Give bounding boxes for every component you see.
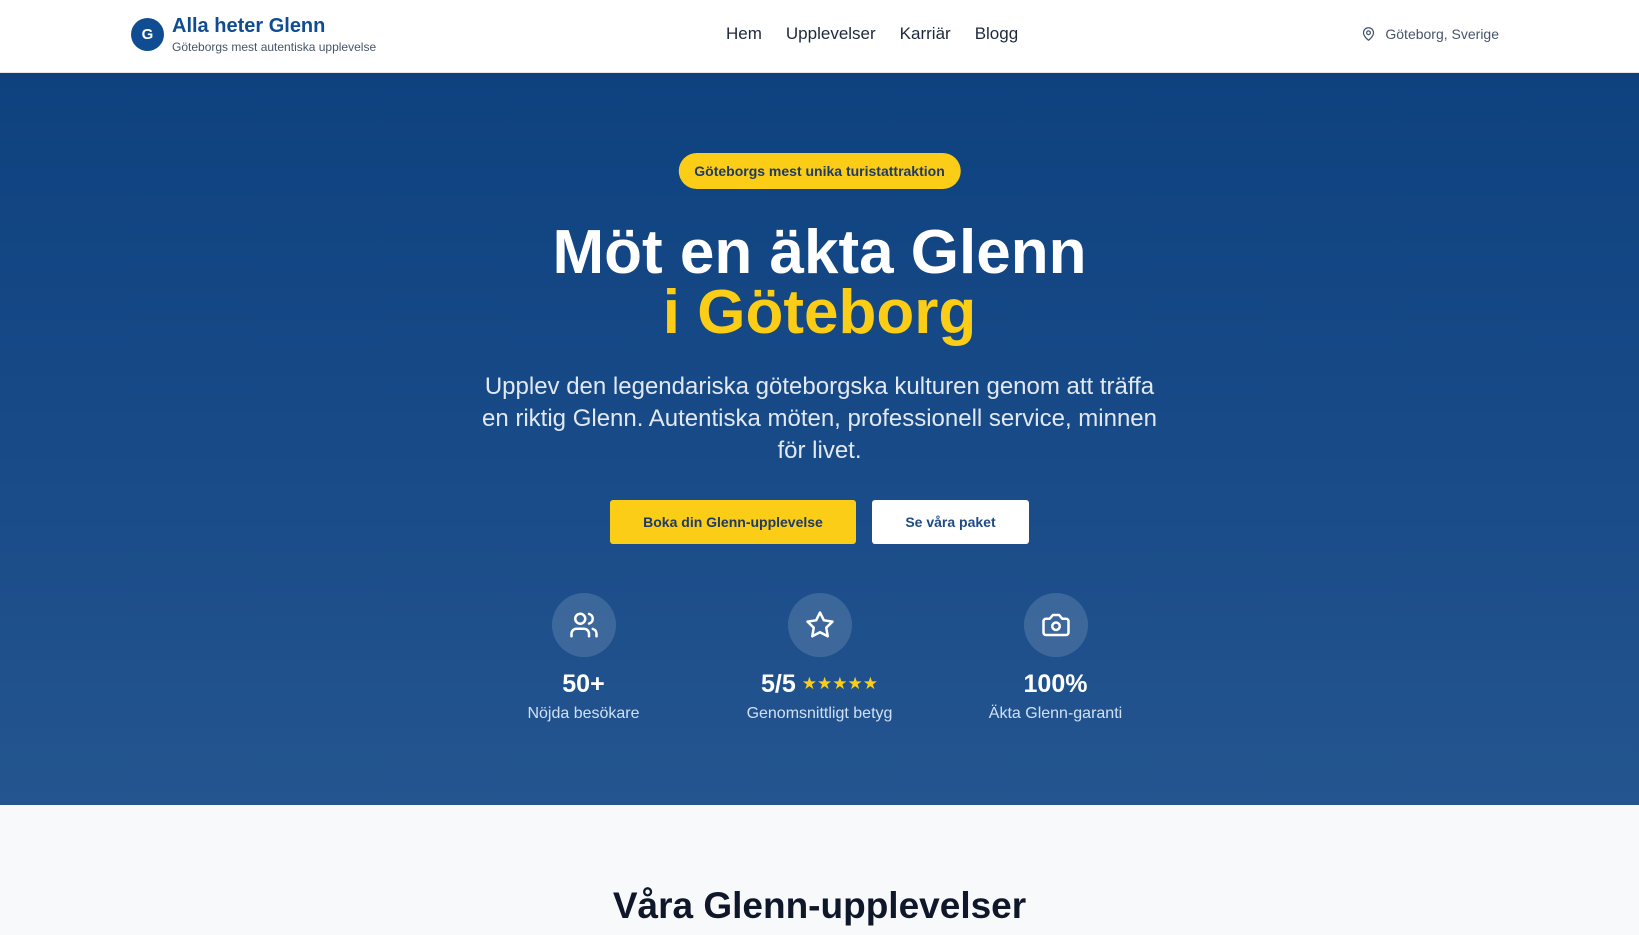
book-experience-button[interactable]: Boka din Glenn-upplevelse — [610, 500, 856, 544]
hero-title: Möt en äkta Glenn i Göteborg — [0, 222, 1639, 347]
stat-rating: 5/5 ★★★★★ Genomsnittligt betyg — [702, 593, 938, 724]
hero-title-line1: Möt en äkta Glenn — [552, 218, 1087, 287]
see-packages-button[interactable]: Se våra paket — [872, 500, 1029, 544]
brand-subtitle: Göteborgs mest autentiska upplevelse — [172, 40, 377, 54]
stat-value: 50+ — [562, 670, 605, 698]
location-text: Göteborg, Sverige — [1385, 26, 1499, 42]
main-nav: Hem Upplevelser Karriär Blogg — [726, 24, 1018, 44]
map-pin-icon — [1363, 27, 1375, 41]
section-title: Våra Glenn-upplevelser — [612, 885, 1027, 926]
stat-label: Genomsnittligt betyg — [746, 705, 893, 722]
nav-item-upplevelser[interactable]: Upplevelser — [786, 24, 876, 44]
stat-label: Äkta Glenn-garanti — [988, 705, 1123, 722]
stat-guarantee: 100% Äkta Glenn-garanti — [938, 593, 1174, 724]
hero-badge: Göteborgs mest unika turistattraktion — [678, 153, 961, 189]
stat-value: 5/5 ★★★★★ — [702, 669, 938, 699]
rating-stars-icon: ★★★★★ — [801, 674, 878, 693]
nav-item-hem[interactable]: Hem — [726, 24, 762, 44]
hero-cta-group: Boka din Glenn-upplevelse Se våra paket — [0, 500, 1639, 544]
brand-title: Alla heter Glenn — [172, 15, 326, 37]
hero-lead: Upplev den legendariska göteborgska kult… — [481, 373, 1157, 464]
brand-logo[interactable]: G Alla heter Glenn Göteborgs mest autent… — [131, 14, 376, 55]
camera-icon — [1023, 593, 1088, 657]
nav-item-karriar[interactable]: Karriär — [900, 24, 951, 44]
hero-title-line2: i Göteborg — [662, 278, 977, 347]
site-header: G Alla heter Glenn Göteborgs mest autent… — [0, 0, 1639, 73]
star-icon — [787, 593, 852, 657]
experiences-section: Våra Glenn-upplevelser — [0, 805, 1639, 935]
hero-section: Göteborgs mest unika turistattraktion Mö… — [0, 73, 1639, 805]
brand-mark-icon: G — [131, 18, 164, 51]
hero-stats: 50+ Nöjda besökare 5/5 ★★★★★ Genomsnittl… — [0, 593, 1639, 724]
location: Göteborg, Sverige — [1361, 24, 1499, 44]
stat-label: Nöjda besökare — [527, 705, 640, 722]
stat-value: 100% — [1023, 670, 1088, 698]
rating-value: 5/5 — [761, 670, 796, 698]
nav-item-blogg[interactable]: Blogg — [975, 24, 1018, 44]
stat-visitors: 50+ Nöjda besökare — [466, 593, 702, 724]
users-icon — [551, 593, 616, 657]
